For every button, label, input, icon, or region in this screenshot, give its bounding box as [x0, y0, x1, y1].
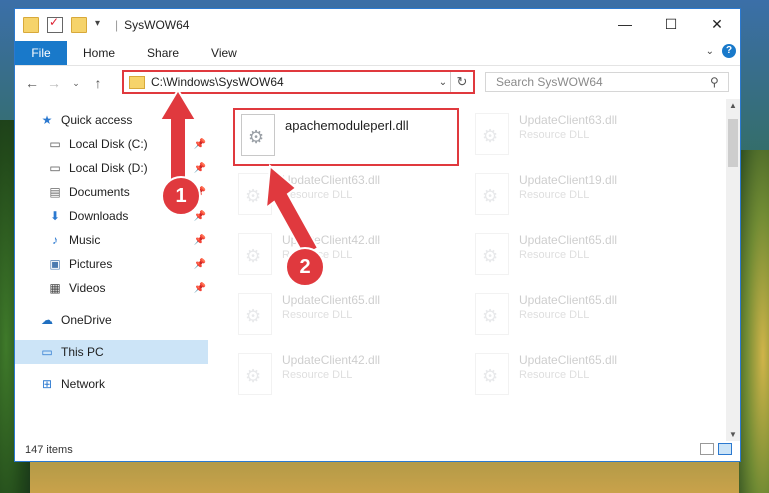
dll-file-icon — [238, 293, 272, 335]
pictures-icon: ▣ — [49, 257, 61, 271]
search-placeholder[interactable]: Search SysWOW64 — [486, 75, 710, 89]
videos-icon: ▦ — [49, 281, 61, 295]
file-type: Resource DLL — [519, 249, 590, 261]
sidebar-item-label: Documents — [69, 185, 130, 199]
properties-icon[interactable] — [47, 15, 63, 33]
refresh-button[interactable]: ↻ — [450, 72, 473, 92]
file-name: UpdateClient65.dll — [519, 233, 618, 247]
star-icon: ★ — [41, 113, 53, 127]
file-item[interactable]: UpdateClient19.dll Resource DLL — [475, 173, 695, 223]
file-item[interactable]: UpdateClient65.dll Resource DLL — [475, 353, 695, 403]
cloud-icon: ☁ — [41, 313, 53, 327]
file-type: Resource DLL — [282, 369, 353, 381]
desktop-background-right — [739, 150, 769, 493]
arrow-1 — [158, 88, 198, 191]
file-item[interactable]: UpdateClient65.dll Resource DLL — [475, 233, 695, 283]
folder-icon — [129, 75, 145, 89]
network-icon: ⊞ — [41, 377, 53, 391]
step-2-badge: 2 — [285, 247, 325, 287]
file-name: UpdateClient65.dll — [519, 293, 618, 307]
file-item[interactable]: UpdateClient63.dll Resource DLL — [475, 113, 695, 163]
scroll-down-icon[interactable]: ▼ — [726, 430, 740, 439]
customize-quick-access-icon[interactable]: ▾ — [95, 18, 109, 32]
download-icon: ⬇ — [49, 209, 61, 223]
dll-file-icon — [475, 353, 509, 395]
navigation-bar: ← → ⌄ ↑ C:\Windows\SysWOW64 ⌄ ↻ Search S… — [15, 66, 740, 100]
scroll-thumb[interactable] — [728, 119, 738, 167]
minimize-button[interactable]: — — [602, 9, 648, 39]
file-name: UpdateClient65.dll — [282, 293, 381, 307]
drive-icon: ▭ — [49, 161, 61, 175]
window-title: SysWOW64 — [124, 18, 190, 32]
file-item[interactable]: UpdateClient42.dll Resource DLL — [238, 353, 458, 403]
file-type: Resource DLL — [519, 369, 590, 381]
sidebar-item-onedrive[interactable]: ☁ OneDrive — [15, 308, 208, 332]
file-type: Resource DLL — [519, 189, 590, 201]
sidebar-item-label: Quick access — [61, 113, 133, 127]
back-button[interactable]: ← — [21, 75, 43, 91]
computer-icon: ▭ — [41, 345, 53, 359]
new-folder-icon[interactable] — [71, 17, 87, 33]
drive-icon: ▭ — [49, 137, 61, 151]
search-icon[interactable]: ⚲ — [710, 75, 728, 89]
help-icon[interactable]: ? — [722, 44, 736, 58]
file-name: UpdateClient42.dll — [282, 353, 381, 367]
address-dropdown-icon[interactable]: ⌄ — [436, 77, 450, 88]
sidebar-item-label: Local Disk (D:) — [69, 161, 148, 175]
file-item[interactable]: UpdateClient65.dll Resource DLL — [238, 293, 458, 343]
sidebar-item-this-pc[interactable]: ▭ This PC — [15, 340, 208, 364]
tab-share[interactable]: Share — [131, 41, 195, 65]
dll-file-icon — [238, 353, 272, 395]
sidebar-item-label: Pictures — [69, 257, 113, 271]
title-separator: | — [115, 18, 119, 32]
sidebar-item-label: Music — [69, 233, 101, 247]
expand-ribbon-icon[interactable]: ⌄ — [706, 46, 714, 57]
item-count: 147 items — [25, 444, 73, 456]
dll-file-icon — [475, 293, 509, 335]
maximize-button[interactable]: ☐ — [648, 9, 694, 39]
close-button[interactable]: ✕ — [694, 9, 740, 39]
file-name: UpdateClient65.dll — [519, 353, 618, 367]
file-type: Resource DLL — [282, 309, 353, 321]
sidebar-item-network[interactable]: ⊞ Network — [15, 372, 208, 396]
large-icons-view-icon[interactable] — [718, 443, 732, 455]
ribbon-tabs: File Home Share View ⌄ ? — [15, 41, 740, 66]
documents-icon: ▤ — [49, 185, 61, 199]
file-name: UpdateClient63.dll — [519, 113, 618, 127]
sidebar-item-label: OneDrive — [61, 313, 112, 327]
sidebar-item-label: Videos — [69, 281, 106, 295]
tab-view[interactable]: View — [195, 41, 253, 65]
content-area: ★ Quick access ▭ Local Disk (C:) 📌 ▭ Loc… — [15, 99, 740, 439]
explorer-window: ▾ | SysWOW64 — ☐ ✕ File Home Share View … — [14, 8, 741, 462]
forward-button[interactable]: → — [43, 75, 65, 91]
up-button[interactable]: ↑ — [87, 75, 109, 91]
file-name: UpdateClient19.dll — [519, 173, 618, 187]
music-icon: ♪ — [52, 233, 58, 247]
vertical-scrollbar[interactable]: ▲ ▼ — [726, 99, 740, 441]
step-1-badge: 1 — [161, 176, 201, 216]
sidebar-item-label: Downloads — [69, 209, 129, 223]
sidebar-item-label: Network — [61, 377, 106, 391]
pin-icon: 📌 — [193, 282, 206, 294]
details-view-icon[interactable] — [700, 443, 714, 455]
tab-file[interactable]: File — [15, 41, 67, 65]
sidebar-item-label: This PC — [61, 345, 104, 359]
title-bar: ▾ | SysWOW64 — ☐ ✕ — [15, 9, 740, 41]
scroll-up-icon[interactable]: ▲ — [726, 101, 740, 110]
sidebar-item-label: Local Disk (C:) — [69, 137, 148, 151]
file-type: Resource DLL — [519, 309, 590, 321]
search-input[interactable]: Search SysWOW64 ⚲ — [485, 72, 729, 92]
file-item[interactable]: UpdateClient65.dll Resource DLL — [475, 293, 695, 343]
dll-file-icon — [475, 173, 509, 215]
arrow-2 — [264, 164, 320, 258]
dll-file-icon — [475, 233, 509, 275]
folder-icon — [23, 17, 39, 33]
status-bar: 147 items — [15, 439, 740, 461]
dll-file-icon — [475, 113, 509, 155]
file-type: Resource DLL — [519, 129, 590, 141]
recent-locations-button[interactable]: ⌄ — [65, 78, 87, 89]
tab-home[interactable]: Home — [67, 41, 131, 65]
